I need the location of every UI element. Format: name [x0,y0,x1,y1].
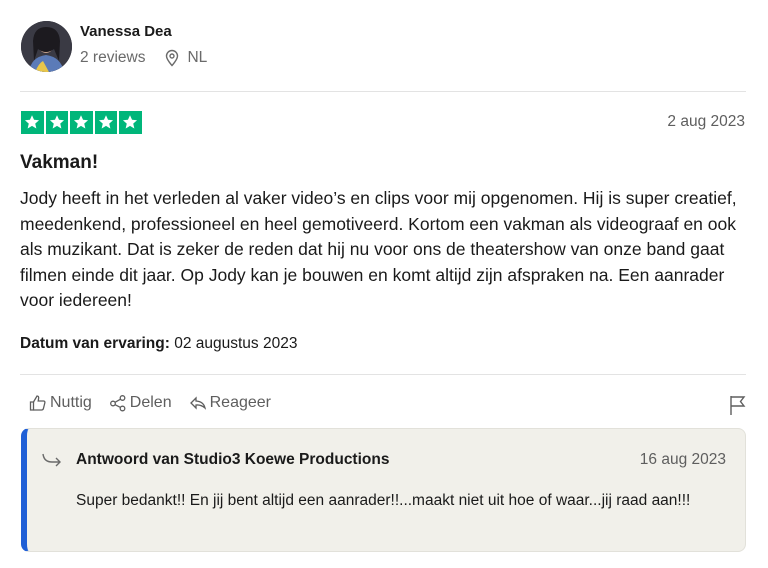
review-actions: Nuttig Delen Reageer [29,394,271,412]
avatar[interactable] [21,21,72,72]
review-card: Vanessa Dea 2 reviews NL 2 aug 2023 Vakm… [0,0,768,568]
reply-body: Super bedankt!! En jij bent altijd een a… [76,492,691,509]
reply-label: Reageer [209,394,271,411]
divider [20,374,746,375]
flag-icon[interactable] [728,394,748,416]
thumbs-up-icon [29,395,46,411]
star-icon [45,111,68,134]
star-icon [94,111,117,134]
share-label: Delen [129,394,172,411]
useful-button[interactable]: Nuttig [29,394,92,412]
review-count: 2 reviews [80,49,146,66]
review-body: Jody heeft in het verleden al vaker vide… [20,188,737,310]
reviewer-name[interactable]: Vanessa Dea [80,23,172,40]
location-pin-icon [163,49,181,67]
reply-indent-icon [41,451,63,471]
reviewer-meta: 2 reviews NL [80,49,207,67]
experience-value: 02 augustus 2023 [174,335,298,352]
review-date: 2 aug 2023 [667,113,745,130]
review-title[interactable]: Vakman! [20,152,98,174]
company-reply: Antwoord van Studio3 Koewe Productions 1… [21,428,746,552]
reply-arrow-icon [189,396,206,410]
star-icon [21,111,44,134]
divider [20,91,746,92]
experience-label: Datum van ervaring: [20,335,170,352]
reply-date: 16 aug 2023 [639,451,726,468]
reviewer-country: NL [187,49,208,66]
star-icon [119,111,142,134]
experience-date: Datum van ervaring: 02 augustus 2023 [20,335,297,353]
reply-button[interactable]: Reageer [189,394,271,412]
star-icon [70,111,93,134]
share-button[interactable]: Delen [109,394,172,412]
reply-title: Antwoord van Studio3 Koewe Productions [76,451,390,468]
star-rating [21,111,142,134]
useful-label: Nuttig [50,394,92,411]
share-icon [109,395,126,412]
